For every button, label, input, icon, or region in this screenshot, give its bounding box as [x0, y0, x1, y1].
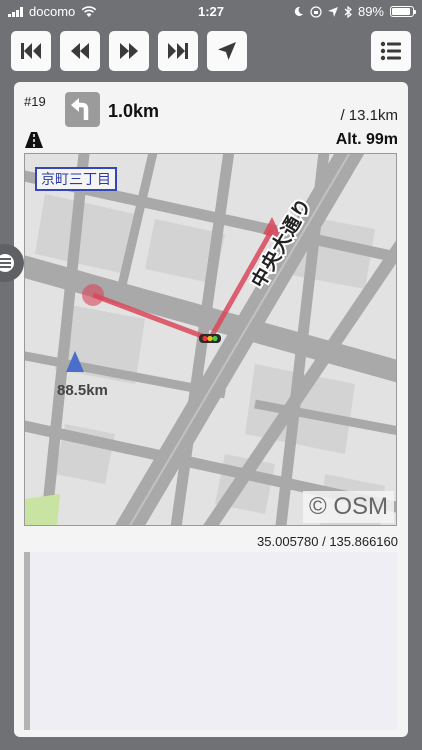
drawer-list-icon	[0, 252, 16, 274]
altitude: Alt. 99m	[335, 131, 398, 148]
turn-left-icon	[65, 92, 100, 127]
fast-forward-icon	[120, 43, 138, 59]
rewind-icon	[71, 43, 89, 59]
road-name-layer: 中央大通り	[244, 192, 318, 294]
battery-icon	[390, 6, 416, 17]
location-arrow-icon	[218, 42, 236, 60]
battery-fill	[392, 8, 410, 15]
skip-to-end-button[interactable]	[158, 31, 198, 71]
road-icon	[25, 132, 43, 148]
menu-button[interactable]	[371, 31, 411, 71]
coordinates: 35.005780 / 135.866160	[257, 534, 398, 549]
step-number: #19	[24, 94, 46, 109]
bluetooth-icon	[344, 5, 352, 18]
road-name-label: 中央大通り	[246, 194, 316, 292]
moon-icon	[294, 6, 303, 16]
rotation-lock-icon	[310, 5, 322, 18]
place-label: 京町三丁目	[35, 167, 117, 191]
elevation-area	[24, 552, 397, 730]
elevation-bar	[24, 552, 30, 730]
step-back-button[interactable]	[60, 31, 100, 71]
turn-distance: 1.0km	[108, 101, 160, 121]
status-bar: docomo 1:27 89%	[0, 0, 422, 24]
list-icon	[380, 41, 401, 61]
battery-percent: 89%	[357, 4, 384, 19]
attribution: © OSM	[302, 491, 394, 523]
skip-to-start-button[interactable]	[11, 31, 51, 71]
current-distance: 88.5km	[57, 382, 108, 399]
status-right: 89%	[293, 4, 416, 19]
map-view[interactable]: 中央大通り 京町三丁目 88.5km © OSM	[24, 153, 397, 526]
skip-to-end-icon	[168, 43, 188, 59]
route-panel: #19 1.0km / 13.1km Alt. 99m 中央大通り 京町三丁目 …	[14, 82, 408, 737]
location-arrow-icon	[327, 6, 338, 17]
skip-to-start-icon	[21, 43, 41, 59]
total-distance: / 13.1km	[340, 107, 398, 124]
step-forward-button[interactable]	[109, 31, 149, 71]
locate-button[interactable]	[207, 31, 247, 71]
